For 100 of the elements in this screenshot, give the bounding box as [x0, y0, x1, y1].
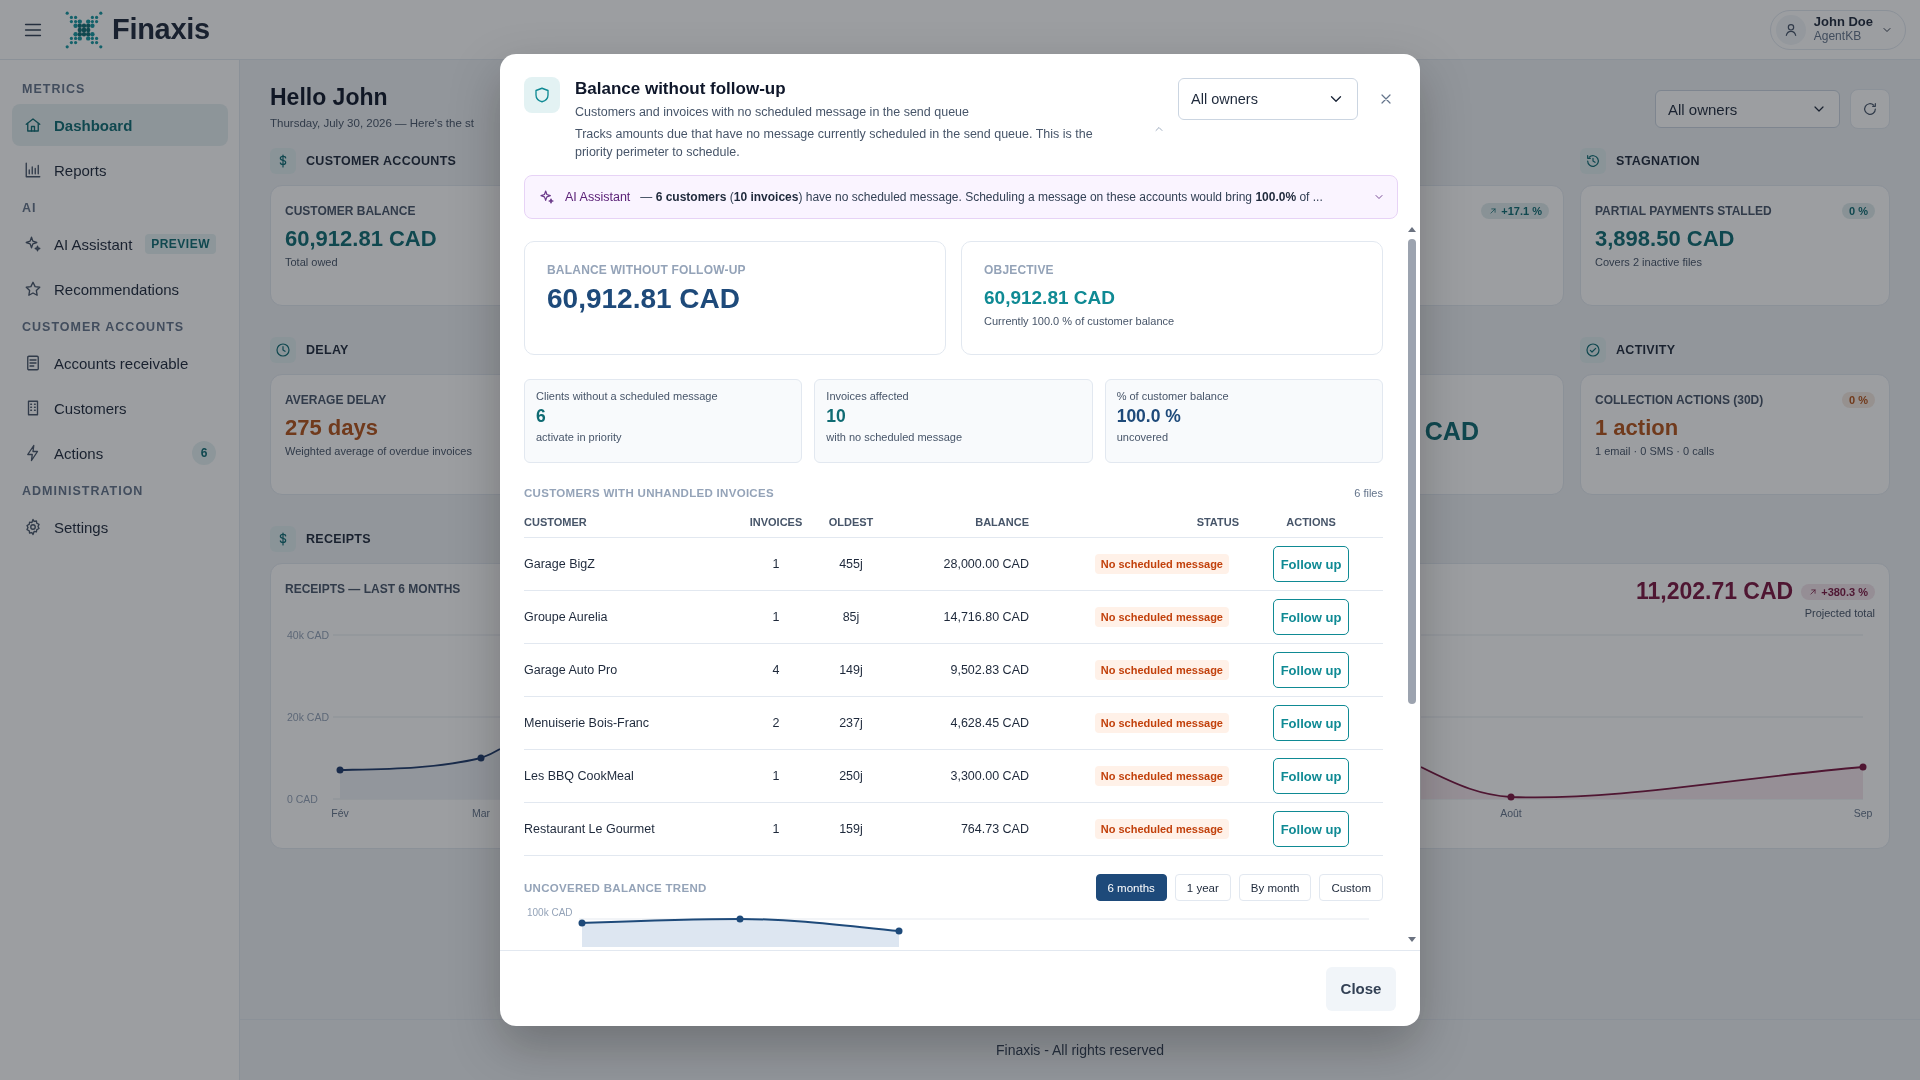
table-cell: Garage Auto Pro [524, 663, 618, 678]
card-label: PARTIAL PAYMENTS STALLED [1595, 204, 1772, 218]
star-icon [24, 280, 42, 298]
user-menu[interactable]: John Doe AgentKB [1769, 9, 1906, 50]
card-value: 60,912.81 CAD [547, 283, 741, 316]
stat-value: 100.0 % [1116, 406, 1182, 428]
nav-item[interactable]: Reports [12, 149, 228, 191]
check-circle-icon [1585, 342, 1601, 358]
status-badge: No scheduled message [1094, 766, 1229, 787]
card-value: 60,912.81 CAD [984, 287, 1116, 310]
table-cell: 455j [839, 557, 863, 572]
nav-item[interactable]: Customers [12, 387, 228, 429]
status-badge: No scheduled message [1094, 554, 1229, 575]
stat-label: % of customer balance [1116, 390, 1230, 403]
follow-up-button[interactable]: Follow up [1273, 811, 1349, 848]
logo-icon [64, 9, 104, 50]
table-cell: 149j [839, 663, 863, 678]
period-tab[interactable]: By month [1238, 874, 1312, 902]
column-header: STATUS [1196, 515, 1239, 528]
follow-up-button[interactable]: Follow up [1273, 546, 1349, 583]
period-tab[interactable]: 1 year [1174, 874, 1231, 902]
nav-item[interactable]: Dashboard [12, 104, 228, 146]
card-label: AVERAGE DELAY [285, 393, 387, 407]
section-title: DELAY [306, 343, 349, 357]
table-cell: 4 [772, 663, 780, 678]
section-title: CUSTOMER ACCOUNTS [306, 154, 457, 168]
table-cell: 3,300.00 CAD [950, 769, 1029, 784]
section-title: ACTIVITY [1616, 343, 1676, 357]
table-cell: 1 [772, 610, 780, 625]
close-button[interactable]: Close [1326, 966, 1396, 1011]
card-label: COLLECTION ACTIONS (30D) [1595, 393, 1764, 407]
projected-label: Projected total [1804, 607, 1875, 619]
change-badge: +380.3 % [1801, 583, 1875, 600]
stat-note: uncovered [1116, 431, 1170, 444]
file-count: 6 files [1354, 487, 1383, 500]
axis-label: 40k CAD [287, 629, 329, 641]
projected-value: 11,202.71 CAD [1635, 578, 1794, 605]
document-icon [24, 354, 42, 372]
table-cell: 28,000.00 CAD [943, 557, 1029, 572]
count-badge: 6 [192, 441, 216, 465]
sparkle-icon [539, 189, 555, 206]
date-line: Thursday, July 30, 2026 — Here's the st [270, 117, 474, 129]
table-cell: 1 [772, 822, 780, 837]
column-header: ACTIONS [1286, 515, 1336, 528]
period-tab[interactable]: 6 months [1095, 874, 1167, 902]
modal-title: Balance without follow-up [575, 79, 787, 99]
section-title: CUSTOMERS WITH UNHANDLED INVOICES [524, 487, 774, 500]
card-note: Total owed [285, 256, 339, 268]
follow-up-button[interactable]: Follow up [1273, 652, 1349, 689]
section-title: RECEIPTS [306, 532, 371, 546]
section-label: ADMINISTRATION [21, 484, 145, 498]
section-label: METRICS [21, 82, 87, 96]
nav-item[interactable]: Actions 6 [12, 432, 228, 474]
modal-description: Tracks amounts due that have no message currently scheduled in the send queue. This is the priority perimeter to schedule. [575, 126, 1094, 162]
card-label: OBJECTIVE [984, 263, 1055, 278]
stat-note: activate in priority [536, 431, 623, 444]
greeting-heading: Hello John [270, 84, 389, 111]
settings-icon [24, 518, 42, 536]
owner-dropdown[interactable]: All owners [1655, 90, 1840, 128]
card-note: Covers 2 inactive files [1595, 256, 1703, 268]
nav-item[interactable]: Accounts receivable [12, 342, 228, 384]
section-title: STAGNATION [1616, 154, 1700, 168]
preview-badge: PREVIEW [145, 234, 216, 254]
arrow-icon [1808, 586, 1819, 597]
stat-label: Clients without a scheduled message [536, 390, 719, 403]
axis-label: Août [1500, 807, 1522, 819]
ai-label: AI Assistant [565, 190, 631, 205]
shield-icon [533, 86, 551, 104]
table-cell: Groupe Aurelia [524, 610, 608, 625]
card-label: BALANCE WITHOUT FOLLOW-UP [547, 263, 747, 278]
status-badge: No scheduled message [1094, 607, 1229, 628]
follow-up-button[interactable]: Follow up [1273, 705, 1349, 742]
arrow-icon [1488, 206, 1499, 216]
axis-label: 100k CAD [527, 907, 573, 919]
stat-label: Invoices affected [826, 390, 910, 403]
nav-item[interactable]: AI Assistant PREVIEW [12, 223, 228, 265]
column-header: BALANCE [975, 515, 1029, 528]
follow-up-button[interactable]: Follow up [1273, 599, 1349, 636]
section-title: UNCOVERED BALANCE TREND [524, 881, 707, 894]
stat-value: 6 [536, 406, 547, 428]
nav-item[interactable]: Recommendations [12, 268, 228, 310]
table-cell: 159j [839, 822, 863, 837]
table-cell: 85j [842, 610, 860, 625]
bar-chart-icon [24, 161, 42, 179]
footer-text: Finaxis - All rights reserved [995, 1042, 1165, 1058]
nav-item[interactable]: Settings [12, 506, 228, 548]
column-header: OLDEST [828, 515, 874, 528]
stat-value: 10 [826, 406, 847, 428]
card-note: 1 email · 0 SMS · 0 calls [1595, 445, 1716, 457]
table-cell: 4,628.45 CAD [950, 716, 1029, 731]
chart-title: RECEIPTS — LAST 6 MONTHS [285, 582, 461, 596]
refresh-button[interactable] [1850, 89, 1890, 129]
card-value: 60,912.81 CAD [285, 226, 437, 252]
period-tab[interactable]: Custom [1319, 874, 1383, 902]
axis-label: Fév [331, 807, 349, 819]
owner-dropdown[interactable]: All owners [1178, 78, 1358, 120]
table-cell: 1 [772, 557, 780, 572]
follow-up-button[interactable]: Follow up [1273, 758, 1349, 795]
section-label: AI [21, 201, 38, 215]
table-cell: 14,716.80 CAD [943, 610, 1029, 625]
